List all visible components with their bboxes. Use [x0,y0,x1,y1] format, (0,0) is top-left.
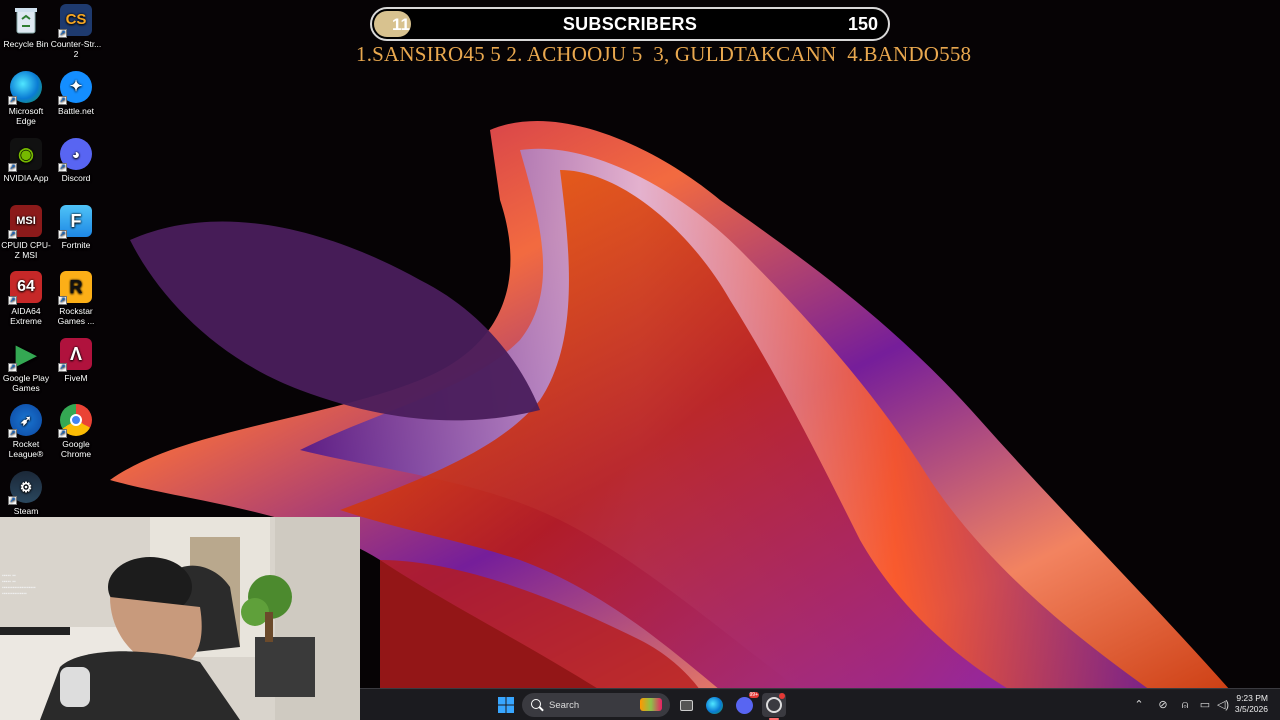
desktop-icon-label: Google Chrome [60,439,92,459]
clock-date: 3/5/2026 [1234,704,1268,714]
desktop-icon-label: Rocket League® [8,439,44,459]
taskbar-search-box[interactable]: Search [522,693,670,717]
aida64-icon: 64 ↗ [8,271,42,305]
desktop-icon-aida64[interactable]: 64 ↗ AIDA64 Extreme [0,271,52,326]
discord-icon: ◕ ↗ [58,138,92,172]
tray-volume-icon[interactable]: ◁) [1216,698,1230,712]
search-placeholder: Search [549,700,580,711]
discord-icon [735,696,753,714]
search-highlight-icon [640,698,662,711]
windows-logo-icon [498,697,514,713]
cpuz-icon: MSI ↗ [8,205,42,239]
tray-chevron-up-icon[interactable]: ⌃ [1132,698,1146,712]
fortnite-icon: F ↗ [58,205,92,239]
desktop-icon-label: Recycle Bin [3,39,49,49]
desktop-icon-google-play-games[interactable]: ▶ ↗ Google Play Games [0,338,52,393]
desktop-icon-label: CPUID CPU-Z MSI [1,240,51,260]
nvidia-icon: ◉ ↗ [8,138,42,172]
stream-chat-overlay: ▪▪▪▪▪ ▪▪ ▪▪▪▪▪ ▪▪ ▪▪▪▪▪▪▪▪▪▪▪▪▪▪▪▪▪▪▪ ▪▪… [2,573,36,597]
taskbar: Search 99+ ⌃ ⊘ ⍝ ▭ ◁) 9:23 PM 3/5/2026 [360,688,1280,720]
desktop-icon-label: Rockstar Games ... [57,306,95,326]
desktop-icon-rockstar[interactable]: R ↗ Rockstar Games ... [50,271,102,326]
recycle-bin-icon [10,4,42,36]
tray-network-icon[interactable]: ▭ [1198,698,1212,712]
desktop-icon-nvidia[interactable]: ◉ ↗ NVIDIA App [0,138,52,183]
desktop-icon-label: Counter-Str... 2 [50,39,102,59]
search-icon [531,699,541,709]
subscriber-goal-count: 150 [847,14,878,34]
desktop-icon-label: AIDA64 Extreme [10,306,42,326]
desktop-icon-fortnite[interactable]: F ↗ Fortnite [50,205,102,250]
taskbar-edge-button[interactable] [702,693,726,717]
taskbar-obs-button[interactable] [762,693,786,720]
desktop-icon-counter-strike[interactable]: CS ↗ Counter-Str... 2 [50,4,102,59]
desktop-icon-recycle-bin[interactable]: Recycle Bin [0,4,52,49]
counter-strike-icon: CS ↗ [58,4,92,38]
desktop-icon-battlenet[interactable]: ✦ ↗ Battle.net [50,71,102,116]
desktop-icon-chrome[interactable]: ↗ Google Chrome [50,404,102,459]
desktop-icon-label: Discord [61,173,91,183]
rockstar-icon: R ↗ [58,271,92,305]
desktop-icon-label: FiveM [64,373,88,383]
desktop-icon-label: NVIDIA App [3,173,49,183]
desktop-icon-edge[interactable]: ↗ Microsoft Edge [0,71,52,126]
subscriber-goal-bar: 11 SUBSCRIBERS 150 [370,7,890,41]
desktop-icon-label: Fortnite [61,240,91,250]
edge-icon: ↗ [8,71,42,105]
task-view-icon [679,699,693,711]
google-play-games-icon: ▶ ↗ [8,339,36,372]
desktop-icon-label: Google Play Games [2,373,50,393]
clock-time: 9:23 PM [1236,693,1268,703]
subscriber-label: SUBSCRIBERS [562,14,698,34]
desktop-icon-cpuz[interactable]: MSI ↗ CPUID CPU-Z MSI [0,205,52,260]
battlenet-icon: ✦ ↗ [58,71,92,105]
taskbar-discord-button[interactable]: 99+ [732,692,759,717]
desktop-icon-label: Steam [13,506,39,516]
desktop-icon-rocket-league[interactable]: ➶ ↗ Rocket League® [0,404,52,459]
task-view-button[interactable] [674,693,698,717]
recording-indicator [779,693,785,699]
subscriber-leaderboard: 1.SANSIRO45 5 2. ACHOOJU 5 3, GULDTAKCAN… [356,42,972,66]
edge-icon [705,696,723,714]
desktop-icon-steam[interactable]: ⚙ ↗ Steam [0,471,52,516]
discord-badge: 99+ [748,692,759,698]
desktop-icon-label: Microsoft Edge [8,106,44,126]
webcam-scene [0,517,360,720]
rocket-league-icon: ➶ ↗ [8,404,42,438]
desktop-icon-fivem[interactable]: Λ ↗ FiveM [50,338,102,383]
tray-microphone-icon[interactable]: ⍝ [1178,698,1192,712]
steam-icon: ⚙ ↗ [8,471,42,505]
tray-network-off-icon[interactable]: ⊘ [1156,698,1170,712]
start-button[interactable] [494,693,518,717]
desktop-icon-discord[interactable]: ◕ ↗ Discord [50,138,102,183]
fivem-icon: Λ ↗ [58,338,92,372]
obs-icon [766,697,782,713]
chrome-icon: ↗ [58,404,92,438]
taskbar-clock[interactable]: 9:23 PM 3/5/2026 [1235,693,1268,715]
webcam-feed: ▪▪▪▪▪ ▪▪ ▪▪▪▪▪ ▪▪ ▪▪▪▪▪▪▪▪▪▪▪▪▪▪▪▪▪▪▪ ▪▪… [0,517,360,720]
desktop-icon-label: Battle.net [58,106,94,116]
